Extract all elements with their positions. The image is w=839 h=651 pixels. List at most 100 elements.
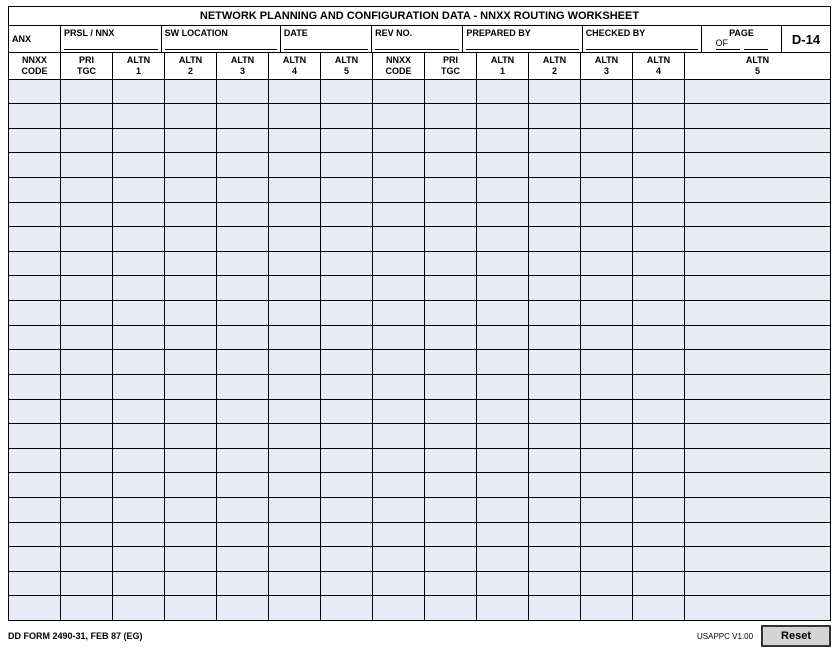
data-cell bbox=[477, 572, 529, 596]
data-cell bbox=[217, 276, 269, 300]
data-cell bbox=[113, 523, 165, 547]
data-cell bbox=[477, 473, 529, 497]
col-label-top-1: PRI bbox=[79, 55, 94, 66]
chkby-value bbox=[586, 38, 698, 50]
data-cell bbox=[581, 153, 633, 177]
page-of-value bbox=[744, 38, 768, 50]
data-cell bbox=[633, 547, 685, 571]
data-cell bbox=[373, 276, 425, 300]
data-cell bbox=[529, 178, 581, 202]
data-cell bbox=[9, 227, 61, 251]
page-label: PAGE bbox=[729, 28, 754, 38]
data-cell bbox=[477, 227, 529, 251]
data-cell bbox=[477, 350, 529, 374]
data-cell bbox=[165, 104, 217, 128]
data-cell bbox=[321, 375, 373, 399]
data-cell bbox=[217, 227, 269, 251]
data-cell bbox=[61, 80, 113, 104]
col-header-4: ALTN3 bbox=[217, 53, 269, 79]
data-cell bbox=[685, 596, 830, 620]
data-cell bbox=[217, 326, 269, 350]
prepby-value bbox=[466, 38, 578, 50]
col-header-11: ALTN3 bbox=[581, 53, 633, 79]
data-cell bbox=[425, 375, 477, 399]
col-label-bot-1: TGC bbox=[77, 66, 96, 77]
col-header-8: PRITGC bbox=[425, 53, 477, 79]
data-cell bbox=[373, 596, 425, 620]
data-cell bbox=[61, 301, 113, 325]
data-cell bbox=[373, 104, 425, 128]
data-cell bbox=[529, 449, 581, 473]
data-cell bbox=[477, 301, 529, 325]
revno-value bbox=[375, 38, 459, 50]
data-cell bbox=[425, 473, 477, 497]
page-of-row: OF bbox=[716, 38, 768, 50]
data-cell bbox=[373, 498, 425, 522]
reset-button[interactable]: Reset bbox=[761, 625, 831, 647]
col-header-2: ALTN1 bbox=[113, 53, 165, 79]
data-cell bbox=[165, 547, 217, 571]
data-cell bbox=[61, 276, 113, 300]
data-cell bbox=[425, 301, 477, 325]
data-cell bbox=[633, 350, 685, 374]
data-cell bbox=[425, 523, 477, 547]
data-cell bbox=[269, 203, 321, 227]
data-cell bbox=[581, 326, 633, 350]
data-cell bbox=[61, 449, 113, 473]
data-cell bbox=[269, 301, 321, 325]
prsl-cell: PRSL / NNX bbox=[61, 26, 162, 52]
data-cell bbox=[529, 572, 581, 596]
prepby-label: PREPARED BY bbox=[466, 28, 578, 38]
data-cell bbox=[61, 104, 113, 128]
data-cell bbox=[581, 473, 633, 497]
data-cell bbox=[581, 596, 633, 620]
data-cell bbox=[477, 104, 529, 128]
col-label-bot-8: TGC bbox=[441, 66, 460, 77]
data-cell bbox=[165, 203, 217, 227]
data-cell bbox=[9, 547, 61, 571]
data-cell bbox=[425, 424, 477, 448]
col-label-bot-11: 3 bbox=[604, 66, 609, 77]
data-cell bbox=[217, 178, 269, 202]
data-cell bbox=[373, 350, 425, 374]
data-cell bbox=[633, 424, 685, 448]
col-header-13: ALTN5 bbox=[685, 53, 830, 79]
col-header-10: ALTN2 bbox=[529, 53, 581, 79]
data-cell bbox=[633, 129, 685, 153]
data-cell bbox=[9, 178, 61, 202]
col-label-top-4: ALTN bbox=[231, 55, 254, 66]
data-cell bbox=[529, 203, 581, 227]
data-cell bbox=[9, 350, 61, 374]
data-cell bbox=[633, 449, 685, 473]
data-cell bbox=[321, 596, 373, 620]
data-cell bbox=[529, 326, 581, 350]
data-cell bbox=[321, 203, 373, 227]
col-label-bot-12: 4 bbox=[656, 66, 661, 77]
data-cell bbox=[685, 572, 830, 596]
data-cell bbox=[529, 301, 581, 325]
data-cell bbox=[217, 473, 269, 497]
data-cell bbox=[477, 129, 529, 153]
data-cell bbox=[685, 301, 830, 325]
data-cell bbox=[61, 400, 113, 424]
data-cell bbox=[165, 375, 217, 399]
col-label-top-10: ALTN bbox=[543, 55, 566, 66]
data-cell bbox=[61, 203, 113, 227]
col-label-bot-6: 5 bbox=[344, 66, 349, 77]
data-cell bbox=[321, 80, 373, 104]
data-cell bbox=[217, 203, 269, 227]
col-header-1: PRITGC bbox=[61, 53, 113, 79]
data-cell bbox=[529, 129, 581, 153]
data-cell bbox=[529, 153, 581, 177]
data-cell bbox=[61, 572, 113, 596]
data-cell bbox=[217, 301, 269, 325]
data-cell bbox=[685, 178, 830, 202]
data-cell bbox=[581, 252, 633, 276]
data-cell bbox=[9, 424, 61, 448]
data-cell bbox=[9, 276, 61, 300]
data-cell bbox=[529, 424, 581, 448]
data-cell bbox=[165, 400, 217, 424]
data-cell bbox=[581, 129, 633, 153]
data-cell bbox=[477, 203, 529, 227]
data-cell bbox=[321, 326, 373, 350]
